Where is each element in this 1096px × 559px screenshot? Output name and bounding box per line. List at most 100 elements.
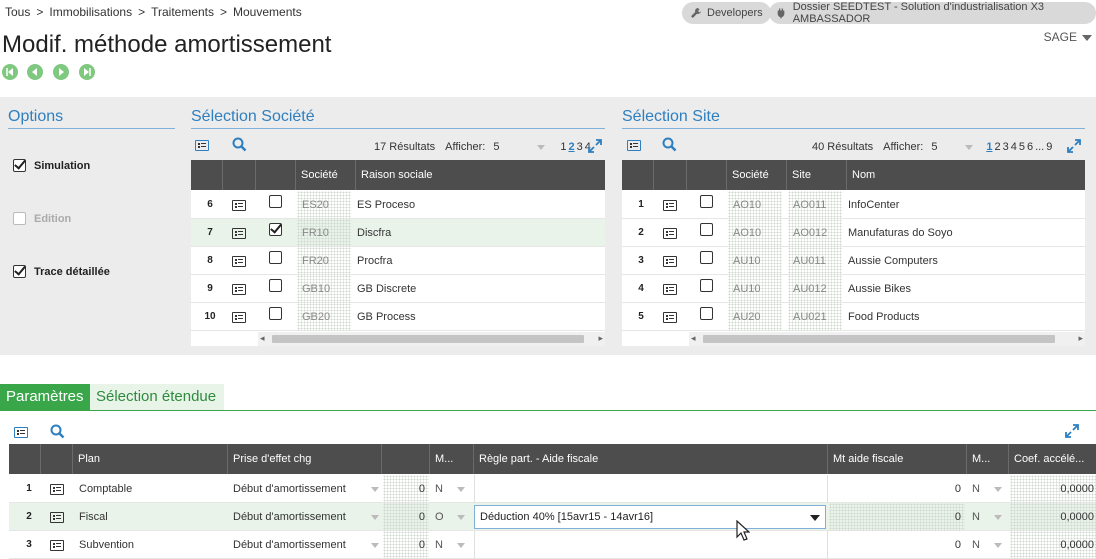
row-detail-button[interactable] [663,191,677,219]
row-checkbox[interactable] [269,223,282,236]
row-checkbox-cell[interactable] [269,247,282,275]
detailed-trace-option[interactable]: Trace détaillée [13,265,110,278]
table-row[interactable]: 4 AU10 AU012 Aussie Bikes [622,275,1085,303]
row-checkbox[interactable] [700,251,713,264]
page-link[interactable]: 9 [1046,141,1052,153]
row-detail-button[interactable] [663,247,677,275]
page-link[interactable]: 6 [1027,141,1033,153]
table-row[interactable]: 3 Subvention Début d'amortissement 0 N 0… [9,531,1096,559]
site-search-button[interactable] [662,137,677,155]
page-link[interactable]: 4 [1011,141,1017,153]
expand-icon[interactable] [588,139,602,153]
column-header-m1[interactable]: M... [430,444,474,474]
row-detail-button[interactable] [663,219,677,247]
previous-record-button[interactable] [27,64,43,80]
row-detail-button[interactable] [232,303,246,331]
page-link[interactable]: 2 [994,141,1000,153]
column-header-site[interactable]: Site [787,160,847,190]
m2-select[interactable]: N [972,531,1008,559]
page-link[interactable]: 3 [577,141,583,153]
row-detail-button[interactable] [232,219,246,247]
detailed-trace-checkbox[interactable] [13,265,26,278]
row-checkbox[interactable] [269,279,282,292]
effect-select[interactable]: Début d'amortissement [233,475,383,503]
row-checkbox[interactable] [269,195,282,208]
row-checkbox-cell[interactable] [700,303,713,331]
effect-select[interactable]: Début d'amortissement [233,503,383,531]
column-header-company-name[interactable]: Raison sociale [356,160,605,190]
row-checkbox[interactable] [700,223,713,236]
scrollbar-thumb[interactable] [703,335,1055,343]
row-checkbox-cell[interactable] [700,219,713,247]
company-search-button[interactable] [232,137,247,155]
expand-icon[interactable] [1067,139,1081,153]
row-checkbox[interactable] [269,307,282,320]
row-checkbox-cell[interactable] [269,219,282,247]
page-link[interactable]: 5 [1019,141,1025,153]
row-checkbox[interactable] [700,195,713,208]
column-header-rule[interactable]: Règle part. - Aide fiscale [474,444,828,474]
coef-field[interactable]: 0,0000 [1010,475,1096,503]
site-list-view-button[interactable] [627,138,641,152]
scroll-left-icon[interactable]: ◂ [691,333,696,344]
folder-button[interactable]: Dossier SEEDTEST - Solution d'industrial… [769,1,1096,25]
column-header-m2[interactable]: M... [967,444,1009,474]
amount-field[interactable]: 0 [829,531,965,559]
last-record-button[interactable] [79,64,95,80]
m1-select[interactable]: N [435,531,471,559]
tab-parametres[interactable]: Paramètres [0,384,90,410]
row-checkbox[interactable] [700,307,713,320]
site-horizontal-scrollbar[interactable]: ◂ ▸ [689,332,1085,346]
row-detail-button[interactable] [50,475,64,503]
chevron-down-icon[interactable] [810,515,820,521]
row-detail-button[interactable] [232,275,246,303]
table-row[interactable]: 1 Comptable Début d'amortissement 0 N 0 … [9,475,1096,503]
first-record-button[interactable] [2,64,18,80]
row-detail-button[interactable] [663,275,677,303]
table-row[interactable]: 10 GB20 GB Process [191,303,605,331]
amount-field[interactable]: 0 [829,503,965,531]
coef-field[interactable]: 0,0000 [1010,531,1096,559]
row-checkbox-cell[interactable] [269,303,282,331]
row-checkbox-cell[interactable] [269,275,282,303]
expand-icon[interactable] [1065,424,1079,438]
params-list-view-button[interactable] [14,425,28,439]
rule-field[interactable] [474,531,828,559]
column-header-amount[interactable]: Mt aide fiscale [828,444,967,474]
row-detail-button[interactable] [50,503,64,531]
company-list-view-button[interactable] [195,138,209,152]
table-row[interactable]: 5 AU20 AU021 Food Products [622,303,1085,331]
row-detail-button[interactable] [663,303,677,331]
next-record-button[interactable] [53,64,69,80]
column-header-company[interactable]: Société [296,160,356,190]
page-link-current[interactable]: 2 [568,141,574,153]
developers-button[interactable]: Developers [682,2,771,24]
m2-select[interactable]: N [972,503,1008,531]
m1-select[interactable]: N [435,475,471,503]
breadcrumb-item[interactable]: Immobilisations [49,5,132,19]
page-link[interactable]: 3 [1003,141,1009,153]
user-menu[interactable]: SAGE [1044,30,1092,44]
breadcrumb-item[interactable]: Tous [5,5,30,19]
table-row[interactable]: 6 ES20 ES Proceso [191,191,605,219]
column-header-plan[interactable]: Plan [73,444,228,474]
m1-select[interactable]: O [435,503,471,531]
rule-select[interactable]: Déduction 40% [15avr15 - 14avr16] [474,505,826,529]
params-search-button[interactable] [50,424,65,442]
coef-field[interactable]: 0,0000 [1010,503,1096,531]
breadcrumb-item[interactable]: Mouvements [233,5,302,19]
row-detail-button[interactable] [232,247,246,275]
row-checkbox-cell[interactable] [700,275,713,303]
column-header-coef[interactable]: Coef. accélé... [1009,444,1096,474]
column-header-company[interactable]: Société [727,160,787,190]
simulation-checkbox[interactable] [13,159,26,172]
column-header-name[interactable]: Nom [847,160,1085,190]
number-field[interactable]: 0 [383,503,429,531]
number-field[interactable]: 0 [383,475,429,503]
row-checkbox[interactable] [269,251,282,264]
row-detail-button[interactable] [50,531,64,559]
breadcrumb-item[interactable]: Traitements [151,5,214,19]
rule-field[interactable] [474,475,828,503]
row-checkbox-cell[interactable] [700,247,713,275]
site-show-select[interactable]: 5 [931,141,961,153]
